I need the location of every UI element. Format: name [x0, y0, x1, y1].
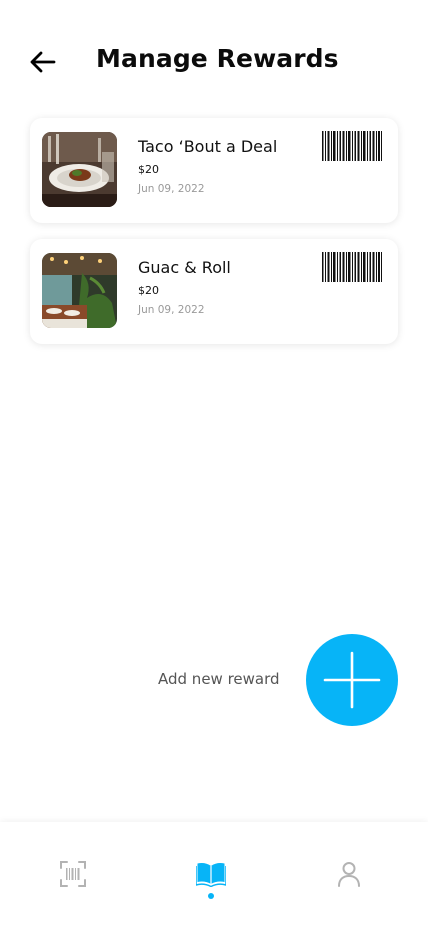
user-icon	[338, 862, 360, 887]
reward-date: Jun 09, 2022	[138, 183, 205, 195]
reward-price: $20	[138, 163, 159, 176]
reward-date: Jun 09, 2022	[138, 304, 205, 316]
plus-icon	[323, 651, 381, 709]
nav-item-scan[interactable]	[53, 854, 93, 894]
add-reward-button[interactable]	[306, 634, 398, 726]
reward-image	[42, 253, 117, 328]
barcode-icon[interactable]	[322, 252, 382, 282]
barcode-scan-icon	[60, 861, 86, 887]
page-title: Manage Rewards	[96, 44, 339, 73]
bottom-nav	[0, 822, 428, 926]
barcode-icon[interactable]	[322, 131, 382, 161]
arrow-left-icon	[30, 51, 56, 73]
reward-price: $20	[138, 284, 159, 297]
open-book-icon	[196, 863, 226, 887]
nav-item-profile[interactable]	[329, 854, 369, 894]
reward-card[interactable]: Guac & Roll $20 Jun 09, 2022	[30, 239, 398, 344]
reward-title: Guac & Roll	[138, 258, 231, 277]
add-reward-label[interactable]: Add new reward	[158, 670, 280, 688]
nav-item-rewards[interactable]	[191, 854, 231, 894]
reward-image	[42, 132, 117, 207]
reward-card[interactable]: Taco ‘Bout a Deal $20 Jun 09, 2022	[30, 118, 398, 223]
back-button[interactable]	[26, 46, 58, 78]
active-indicator	[208, 893, 214, 899]
header: Manage Rewards	[0, 0, 428, 110]
reward-title: Taco ‘Bout a Deal	[138, 137, 278, 156]
